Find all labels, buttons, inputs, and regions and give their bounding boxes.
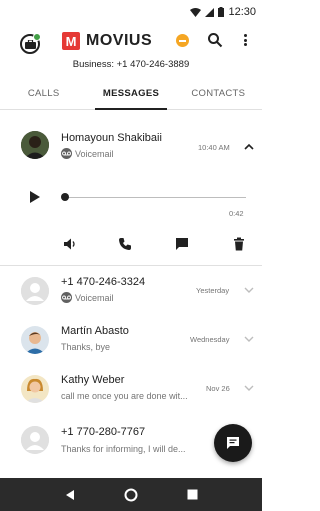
briefcase-icon [24,39,36,49]
home-icon[interactable] [124,488,138,502]
do-not-disturb-icon[interactable] [176,34,189,47]
message-icon[interactable] [175,237,189,251]
contact-avatar [21,131,49,159]
contact-name: +1 470-246-3324 [61,276,146,288]
back-icon[interactable] [64,489,76,501]
cellular-signal-icon [205,7,215,17]
app-header: M MOVIUS Business: +1 470-246-3889 [0,24,262,76]
my-profile-avatar[interactable] [20,33,41,54]
movius-logo-icon: M [62,32,80,50]
business-number: Business: +1 470-246-3889 [72,59,190,70]
contact-photo-avatar [21,326,49,354]
system-navigation-bar [0,478,262,511]
message-preview-text: call me once you are done wit... [61,391,188,401]
voicemail-duration: 0:42 [229,209,244,218]
expanded-voicemail-item[interactable]: Homayoun Shakibaii Voicemail 10:40 AM 0:… [0,111,262,266]
contact-name: Martín Abasto [61,325,129,337]
new-message-button[interactable] [214,424,252,462]
status-bar: 12:30 [0,0,262,24]
contact-name: +1 770-280-7767 [61,426,146,438]
message-list-item[interactable]: +1 470-246-3324 Voicemail Yesterday [0,266,262,318]
voicemail-icon [61,148,72,159]
tab-contacts[interactable]: CONTACTS [175,80,262,109]
chevron-down-icon[interactable] [244,383,254,393]
contact-photo-avatar [21,375,49,403]
recent-apps-icon[interactable] [187,489,198,500]
message-preview-text: Voicemail [75,292,114,303]
placeholder-avatar-icon [21,426,49,454]
message-time: Nov 26 [206,384,230,393]
message-preview: Voicemail [61,292,114,303]
voicemail-player: 0:42 [0,169,262,218]
tab-messages[interactable]: MESSAGES [87,80,174,110]
voicemail-icon [61,292,72,303]
chevron-up-icon[interactable] [244,142,254,152]
tab-calls[interactable]: CALLS [0,80,87,109]
more-options-icon[interactable] [240,32,250,48]
placeholder-avatar-icon [21,277,49,305]
message-type-label: Voicemail [75,148,114,159]
contact-name: Kathy Weber [61,374,125,386]
message-preview-text: Thanks, bye [61,342,111,352]
tab-bar: CALLS MESSAGES CONTACTS [0,80,262,110]
app-name: MOVIUS [86,32,153,49]
message-list-item[interactable]: Kathy Weber call me once you are done wi… [0,364,262,416]
message-time: Yesterday [196,286,230,295]
chevron-down-icon[interactable] [244,334,254,344]
message-preview-text: Thanks for informing, I will de... [61,444,186,454]
new-message-icon [227,437,239,449]
chevron-down-icon[interactable] [244,285,254,295]
call-icon[interactable] [118,237,132,251]
contact-name: Homayoun Shakibaii [61,132,162,144]
playback-track[interactable] [64,197,246,198]
search-icon[interactable] [207,32,223,48]
speaker-icon[interactable] [63,237,77,251]
battery-icon [218,7,225,17]
delete-icon[interactable] [232,237,246,251]
message-list-item[interactable]: Martín Abasto Thanks, bye Wednesday [0,315,262,367]
play-icon[interactable] [30,191,40,203]
wifi-icon [190,7,202,17]
voicemail-actions [0,231,262,255]
status-time: 12:30 [228,6,256,18]
presence-online-dot [33,33,41,41]
message-type: Voicemail [61,148,114,159]
message-time: Wednesday [190,335,230,344]
playback-thumb[interactable] [61,193,69,201]
app-logo: M MOVIUS [62,32,152,50]
message-time: 10:40 AM [198,143,230,152]
